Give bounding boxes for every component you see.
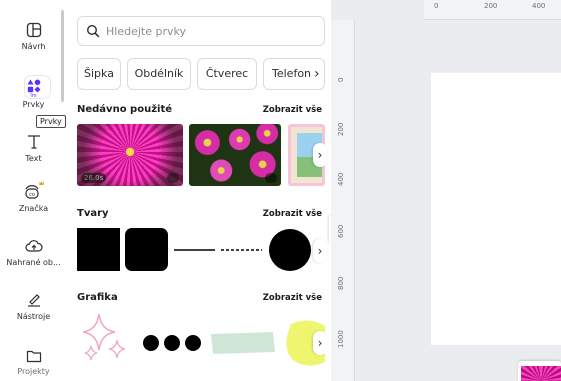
ruler-tick: 400 [532,2,546,10]
svg-text:co: co [29,192,35,198]
canvas-area: 0 200 400 0 200 400 600 800 1000 [331,0,561,381]
graphics-row [82,313,325,366]
tape-graphic [211,332,275,354]
text-icon [27,135,40,149]
shapes-next-icon[interactable]: › [313,239,327,263]
rail-label-tools: Nástroje [16,312,51,321]
ruler-tick: 200 [337,122,345,136]
vertical-ruler: 0 200 400 600 800 1000 [331,20,355,381]
dot-graphic [143,335,159,351]
ruler-tick: 400 [337,172,345,186]
filter-chips: Šipka Obdélník Čtverec Telefon [77,58,331,90]
design-page[interactable] [431,73,561,345]
rail-label-design: Návrh [21,42,46,51]
ruler-tick: 800 [337,276,345,290]
layout-icon [26,22,41,38]
elements-icon [27,79,40,93]
graphics-see-all-link[interactable]: Zobrazit vše [263,293,322,303]
chip-rectangle[interactable]: Obdélník [127,58,191,90]
circle-shape [269,229,311,271]
rounded-square-shape [125,228,168,271]
rail-item-elements[interactable]: Im Prvky [0,79,67,109]
rail-item-uploads[interactable]: Nahrané ob... [0,238,67,267]
recent-photo-thumb[interactable] [189,124,281,186]
search-icon [86,24,100,38]
side-rail: Návrh Im Prvky Prvky Text co Značka Nahr… [0,0,67,381]
upload-cloud-icon [24,240,43,252]
search-input[interactable] [106,23,306,39]
ruler-tick: 200 [484,2,498,10]
rail-item-projects[interactable]: Projekty [0,349,67,376]
ruler-tick: 0 [434,2,439,10]
rail-label-elements: Prvky [22,100,45,109]
elements-panel: Šipka Obdélník Čtverec Telefon › Nedávno… [67,0,331,381]
premium-crown-icon [167,173,179,183]
rail-item-tools[interactable]: Nástroje [0,292,67,321]
rail-item-design[interactable]: Návrh [0,22,67,51]
rail-label-projects: Projekty [17,367,50,376]
editor-window: Návrh Im Prvky Prvky Text co Značka Nahr… [0,0,561,381]
graphics-title: Grafika [77,292,118,303]
chips-next-icon[interactable]: › [314,66,320,82]
graphics-next-icon[interactable]: › [313,331,327,355]
sparkle-graphic [82,313,116,351]
shapes-row [77,228,311,271]
rail-label-text: Text [25,154,42,163]
search-box[interactable] [77,16,325,46]
ruler-tick: 0 [337,77,345,82]
dot-graphic [185,335,201,351]
draw-tools-icon [27,294,40,307]
brand-icon: co [24,181,44,199]
horizontal-ruler: 0 200 400 [424,0,561,20]
sparkle-graphic-small [108,339,126,359]
shapes-title: Tvary [77,208,109,219]
premium-crown-icon [265,173,277,183]
shapes-see-all-link[interactable]: Zobrazit vše [263,209,322,219]
rail-label-brand: Značka [18,204,49,213]
dot-graphic [164,335,180,351]
rail-label-uploads: Nahrané ob... [6,258,61,267]
recent-next-icon[interactable]: › [313,143,327,167]
video-duration-badge: 26.0s [81,173,107,183]
rail-item-brand[interactable]: co Značka [0,180,67,213]
chip-arrow[interactable]: Šipka [77,58,121,90]
ruler-tick: 600 [337,224,345,238]
ruler-tick: 1000 [337,330,345,348]
folder-icon [26,350,41,363]
active-badge: Im [30,93,37,99]
recent-see-all-link[interactable]: Zobrazit vše [263,105,322,115]
tooltip: Prvky [36,115,66,128]
square-shape [77,228,120,271]
rail-item-text[interactable]: Text [0,134,67,163]
page-thumbnail[interactable] [518,361,561,381]
recent-video-thumb[interactable]: 26.0s [77,124,183,186]
recent-title: Nedávno použité [77,104,173,115]
chip-square[interactable]: Čtverec [197,58,257,90]
